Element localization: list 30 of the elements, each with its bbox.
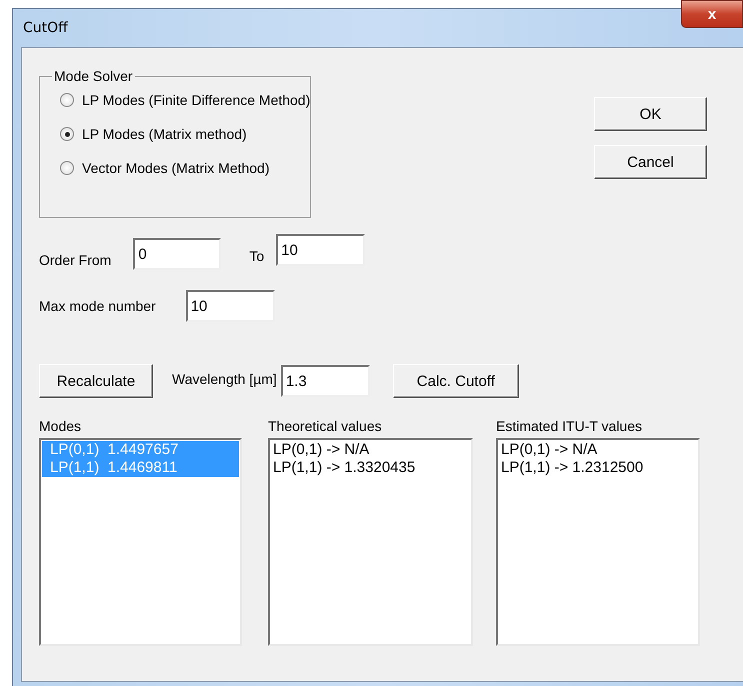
window-title: CutOff: [23, 20, 68, 36]
radio-button[interactable]: [60, 161, 74, 175]
wavelength-label: Wavelength [µm]: [172, 371, 277, 387]
radio-option[interactable]: LP Modes (Matrix method): [60, 126, 310, 142]
recalculate-button[interactable]: Recalculate: [39, 364, 153, 398]
order-from-field[interactable]: 0: [133, 238, 222, 270]
order-to-field[interactable]: 10: [276, 234, 366, 266]
close-button[interactable]: x: [681, 0, 743, 28]
radio-button[interactable]: [60, 93, 74, 107]
radio-button[interactable]: [60, 127, 74, 141]
list-title: Modes: [39, 418, 82, 434]
list-box[interactable]: LP(0,1) -> N/A LP(1,1) -> 1.2312500: [496, 438, 700, 646]
list-box[interactable]: LP(0,1) -> N/A LP(1,1) -> 1.3320435: [268, 438, 473, 646]
calc-cutoff-button[interactable]: Calc. Cutoff: [392, 364, 519, 398]
list-title: Estimated ITU-T values: [496, 418, 644, 434]
list-item[interactable]: LP(0,1) -> N/A: [271, 441, 470, 459]
wavelength-field[interactable]: 1.3: [280, 365, 370, 397]
list-item[interactable]: LP(0,1) -> N/A: [499, 441, 697, 459]
group-title: Mode Solver: [53, 68, 134, 84]
radio-option[interactable]: LP Modes (Finite Difference Method): [60, 92, 310, 108]
order-from-label: Order From: [39, 252, 112, 268]
max-mode-label: Max mode number: [39, 298, 156, 314]
cancel-button[interactable]: Cancel: [594, 145, 707, 179]
list-item[interactable]: LP(1,1) -> 1.2312500: [499, 459, 697, 477]
list-title: Theoretical values: [268, 418, 383, 434]
list-item[interactable]: LP(1,1) -> 1.3320435: [271, 459, 470, 477]
to-label: To: [249, 248, 264, 264]
radio-option[interactable]: Vector Modes (Matrix Method): [60, 160, 310, 176]
ok-button[interactable]: OK: [594, 97, 707, 131]
max-mode-field[interactable]: 10: [186, 290, 275, 322]
